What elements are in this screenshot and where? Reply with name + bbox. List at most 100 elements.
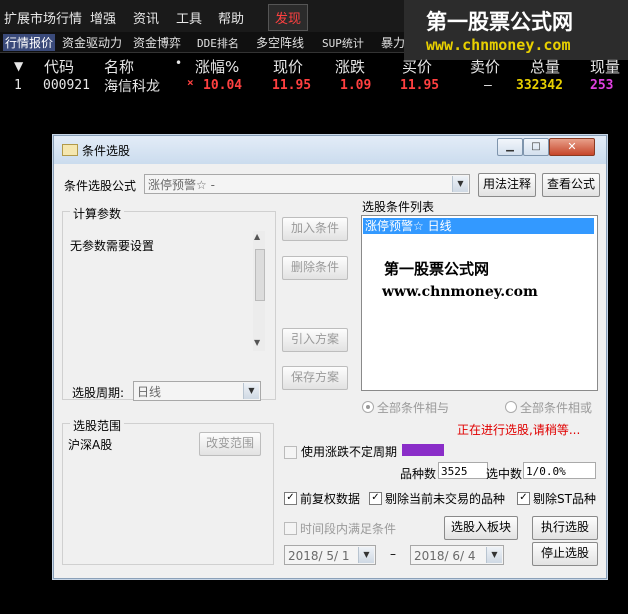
list-item[interactable]: 涨停预警☆ 日线 <box>363 218 594 234</box>
col-cur-volume[interactable]: 现量 <box>590 56 620 77</box>
import-plan-button[interactable]: 引入方案 <box>282 328 348 352</box>
variable-period-label: 使用涨跌不定周期 <box>301 445 398 459</box>
row-index: 1 <box>14 78 22 93</box>
list-group-label: 选股条件列表 <box>362 200 435 214</box>
close-icon[interactable]: ✕ <box>549 138 595 156</box>
chevron-down-icon[interactable]: ▼ <box>452 176 468 192</box>
skip-untraded-checkbox[interactable]: ✓ <box>369 492 382 505</box>
change-range-button[interactable]: 改变范围 <box>199 432 261 456</box>
col-change[interactable]: 涨跌 <box>335 56 365 77</box>
stop-selection-button[interactable]: 停止选股 <box>532 542 598 566</box>
date-from-value: 2018/ 5/ 1 <box>288 549 350 563</box>
radio-or-label: 全部条件相或 <box>520 401 593 415</box>
formula-label: 条件选股公式 <box>64 179 137 193</box>
usage-notes-button[interactable]: 用法注释 <box>478 173 536 197</box>
skip-st-checkbox[interactable]: ✓ <box>517 492 530 505</box>
save-plan-button[interactable]: 保存方案 <box>282 366 348 390</box>
add-condition-button[interactable]: 加入条件 <box>282 217 348 241</box>
col-change-pct[interactable]: 涨幅% <box>195 56 239 77</box>
variable-period-checkbox[interactable] <box>284 446 297 459</box>
tab-dde-rank[interactable]: DDE排名 <box>197 35 239 51</box>
selected-value: 1/0.0% <box>523 462 596 479</box>
menu-info[interactable]: 资讯 <box>133 8 159 27</box>
row-change-pct: 10.04 <box>203 78 243 93</box>
col-dot[interactable]: • <box>175 56 182 70</box>
time-range-checkbox[interactable] <box>284 522 297 535</box>
to-block-button[interactable]: 选股入板块 <box>444 516 518 540</box>
date-from-picker[interactable]: 2018/ 5/ 1 ▼ <box>284 545 376 565</box>
progress-fill <box>402 444 445 456</box>
radio-and[interactable] <box>362 401 374 413</box>
dialog-title: 条件选股 <box>82 144 131 158</box>
row-bid: 11.95 <box>400 78 440 93</box>
menu-help[interactable]: 帮助 <box>218 8 244 27</box>
col-code[interactable]: 代码 <box>44 56 74 77</box>
period-label: 选股周期: <box>72 386 125 400</box>
scroll-up-icon[interactable]: ▲ <box>254 232 260 241</box>
count-label: 品种数 <box>400 467 437 481</box>
maximize-icon[interactable]: □ <box>523 138 549 156</box>
tab-fund-drive[interactable]: 资金驱动力 <box>62 34 122 51</box>
sort-arrow-icon[interactable]: ▼ <box>14 59 23 73</box>
params-scrollbar[interactable]: ▲ ▼ <box>253 231 265 351</box>
folder-icon <box>62 144 78 156</box>
radio-and-label: 全部条件相与 <box>377 401 450 415</box>
period-value: 日线 <box>137 385 162 399</box>
tab-quotes[interactable]: 行情报价 <box>3 34 56 51</box>
tab-fund-game[interactable]: 资金博弈 <box>133 34 181 51</box>
formula-value: 涨停预警☆ - <box>148 178 215 192</box>
formula-select[interactable]: 涨停预警☆ - ▼ <box>144 174 470 194</box>
range-value: 沪深A股 <box>68 438 113 452</box>
tab-violence[interactable]: 暴力 <box>381 34 405 51</box>
row-mark: × <box>187 76 194 89</box>
params-group-label: 计算参数 <box>70 205 125 222</box>
row-volume: 332342 <box>516 78 563 93</box>
chevron-down-icon[interactable]: ▼ <box>486 547 502 563</box>
row-price: 11.95 <box>272 78 312 93</box>
col-bid[interactable]: 买价 <box>402 56 432 77</box>
status-text: 正在进行选股,请稍等... <box>457 423 581 437</box>
menu-enhance[interactable]: 增强 <box>90 8 116 27</box>
row-change: 1.09 <box>340 78 372 93</box>
delete-condition-button[interactable]: 删除条件 <box>282 256 348 280</box>
dialog-titlebar[interactable]: 条件选股 ▁ □ ✕ <box>54 136 606 164</box>
adjust-checkbox[interactable]: ✓ <box>284 492 297 505</box>
watermark-title: 第一股票公式网 <box>426 10 573 34</box>
selected-label: 选中数 <box>486 467 523 481</box>
col-price[interactable]: 现价 <box>273 56 303 77</box>
col-name[interactable]: 名称 <box>104 56 134 77</box>
row-ask: — <box>484 78 492 93</box>
menu-tools[interactable]: 工具 <box>176 8 202 27</box>
condition-select-dialog: 条件选股 ▁ □ ✕ 条件选股公式 涨停预警☆ - ▼ 用法注释 查看公式 计算… <box>53 135 607 579</box>
scroll-thumb[interactable] <box>255 249 265 301</box>
skip-untraded-label: 剔除当前未交易的品种 <box>385 492 506 506</box>
period-select[interactable]: 日线 ▼ <box>133 381 261 401</box>
chevron-down-icon[interactable]: ▼ <box>358 547 374 563</box>
col-ask[interactable]: 卖价 <box>470 56 500 77</box>
condition-list[interactable]: 涨停预警☆ 日线 第一股票公式网 www.chnmoney.com <box>361 215 598 391</box>
row-name: 海信科龙 <box>104 79 160 95</box>
date-to-picker[interactable]: 2018/ 6/ 4 ▼ <box>410 545 504 565</box>
chevron-down-icon[interactable]: ▼ <box>243 383 259 399</box>
run-selection-button[interactable]: 执行选股 <box>532 516 598 540</box>
col-volume[interactable]: 总量 <box>530 56 560 77</box>
overlay-url: www.chnmoney.com <box>382 284 538 300</box>
time-range-label: 时间段内满足条件 <box>300 522 397 536</box>
view-formula-button[interactable]: 查看公式 <box>542 173 600 197</box>
minimize-icon[interactable]: ▁ <box>497 138 523 156</box>
tab-bull-bear[interactable]: 多空阵线 <box>256 34 304 51</box>
row-cur-volume: 253 <box>590 78 614 93</box>
menu-extended-market[interactable]: 扩展市场行情 <box>4 8 82 27</box>
scroll-down-icon[interactable]: ▼ <box>254 338 260 347</box>
watermark: 第一股票公式网 www.chnmoney.com <box>404 0 628 60</box>
tab-sup-stats[interactable]: SUP统计 <box>322 35 364 51</box>
date-to-value: 2018/ 6/ 4 <box>414 549 476 563</box>
skip-st-label: 剔除ST品种 <box>533 492 596 506</box>
watermark-url: www.chnmoney.com <box>426 36 571 54</box>
radio-or[interactable] <box>505 401 517 413</box>
progress-bar <box>402 444 595 456</box>
count-value: 3525 <box>438 462 488 479</box>
row-code: 000921 <box>43 78 90 93</box>
menu-discover[interactable]: 发现 <box>268 4 309 31</box>
overlay-title: 第一股票公式网 <box>384 260 490 278</box>
